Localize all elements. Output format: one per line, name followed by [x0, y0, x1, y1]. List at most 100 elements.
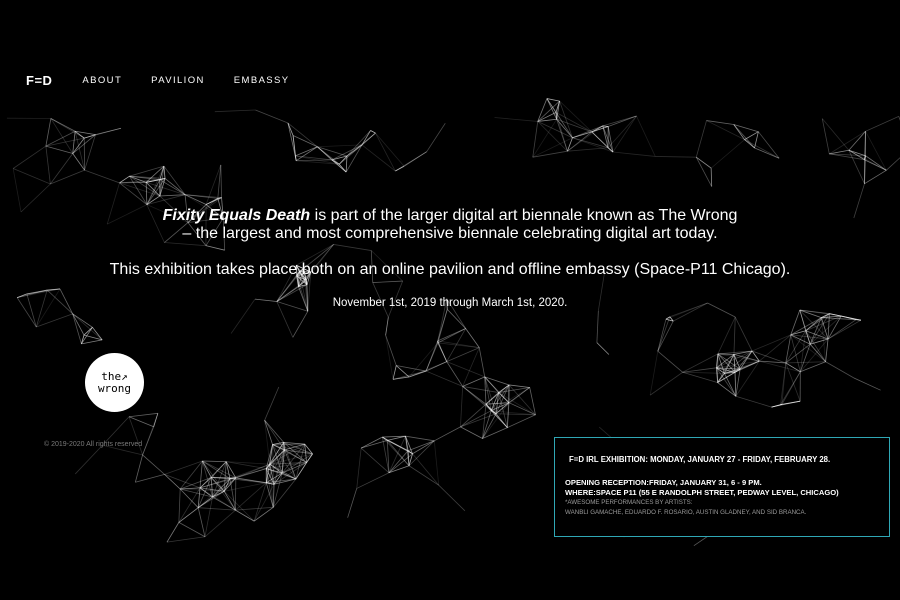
the-wrong-badge[interactable]: the↗ wrong — [85, 353, 144, 412]
network-line — [434, 426, 461, 442]
network-line — [695, 157, 713, 187]
network-line — [886, 157, 900, 171]
network-line — [446, 309, 466, 329]
network-line — [446, 361, 485, 378]
network-line — [437, 342, 480, 349]
network-line — [596, 342, 610, 355]
network-line — [809, 343, 826, 362]
network-line — [612, 151, 656, 157]
network-line — [128, 412, 158, 418]
network-line — [361, 144, 396, 172]
irl-artists: WANBLI GAMACHE, EDUARDO F. ROSARIO, AUST… — [565, 509, 807, 516]
network-line — [178, 522, 206, 538]
network-line — [508, 384, 530, 388]
network-line — [295, 146, 318, 157]
network-line — [370, 130, 376, 134]
network-line — [296, 159, 332, 162]
network-line — [292, 311, 309, 338]
network-line — [81, 339, 103, 345]
network-line — [532, 150, 568, 158]
network-line — [853, 377, 881, 391]
exhibition-title: Fixity Equals Death — [162, 207, 311, 224]
network-line — [392, 365, 397, 380]
network-line — [128, 416, 154, 428]
network-line — [84, 169, 120, 184]
network-line — [129, 175, 148, 205]
network-line — [385, 335, 394, 380]
nav-pavilion[interactable]: PAVILION — [151, 75, 205, 86]
logo[interactable]: F=D — [26, 73, 52, 88]
network-line — [733, 317, 736, 355]
network-line — [460, 426, 483, 439]
network-line — [45, 146, 51, 185]
network-line — [682, 353, 719, 373]
network-line — [848, 131, 866, 151]
network-line — [785, 361, 826, 364]
network-line — [696, 156, 712, 169]
network-line — [649, 371, 683, 396]
network-line — [74, 444, 103, 475]
network-line — [36, 313, 73, 328]
network-line — [356, 447, 362, 489]
network-line — [229, 463, 270, 479]
irl-where: WHERE:SPACE P11 (55 E RANDOLPH STREET, P… — [565, 488, 839, 497]
network-line — [199, 460, 203, 488]
network-line — [178, 488, 181, 523]
irl-reception: OPENING RECEPTION:FRIDAY, JANUARY 31, 6 … — [565, 478, 762, 487]
network-line — [649, 351, 659, 396]
network-line — [827, 319, 857, 340]
network-line — [865, 116, 899, 132]
network-line — [657, 350, 683, 373]
network-line — [142, 413, 159, 456]
intro-text: Fixity Equals Death is part of the large… — [0, 207, 900, 309]
network-line — [142, 454, 165, 475]
network-line — [781, 400, 801, 405]
network-line — [346, 130, 371, 157]
network-line — [865, 155, 887, 171]
nav-embassy[interactable]: EMBASSY — [234, 75, 290, 86]
network-line — [135, 473, 165, 483]
top-nav: F=D ABOUT PAVILION EMBASSY — [26, 73, 319, 88]
network-line — [537, 98, 548, 122]
network-line — [202, 460, 227, 462]
network-line — [532, 121, 539, 158]
copyright: © 2019-2020 All rights reserved — [44, 441, 143, 448]
intro-exhibition: This exhibition takes place both on an o… — [109, 261, 791, 278]
network-line — [478, 347, 486, 377]
network-line — [710, 168, 713, 187]
network-line — [128, 416, 143, 456]
network-line — [438, 484, 466, 512]
network-line — [546, 98, 560, 102]
network-line — [825, 338, 829, 362]
network-line — [392, 370, 427, 380]
network-line — [636, 115, 656, 157]
network-line — [164, 474, 181, 490]
network-line — [596, 310, 599, 343]
exhibition-dates: November 1st, 2019 through March 1st, 20… — [332, 297, 568, 309]
network-line — [12, 168, 51, 185]
irl-performances-label: *AWESOME PERFORMANCES BY ARTISTS: — [565, 499, 693, 506]
network-line — [72, 313, 82, 344]
network-line — [433, 440, 440, 486]
network-line — [507, 414, 536, 429]
network-line — [754, 131, 759, 149]
network-line — [12, 168, 22, 213]
network-line — [253, 507, 274, 522]
network-line — [657, 316, 671, 352]
network-line — [735, 395, 772, 408]
network-line — [735, 369, 741, 397]
network-line — [45, 118, 52, 147]
intro-line-2: – the largest and most comprehensive bie… — [182, 225, 718, 242]
network-line — [799, 309, 842, 317]
nav-about[interactable]: ABOUT — [82, 75, 122, 86]
network-line — [864, 169, 887, 185]
network-line — [197, 507, 206, 537]
network-line — [734, 316, 753, 352]
network-line — [405, 435, 435, 442]
network-line — [717, 353, 725, 374]
network-line — [81, 327, 93, 345]
network-line — [529, 387, 536, 415]
network-line — [178, 496, 213, 523]
network-line — [717, 316, 736, 355]
network-line — [229, 468, 267, 480]
